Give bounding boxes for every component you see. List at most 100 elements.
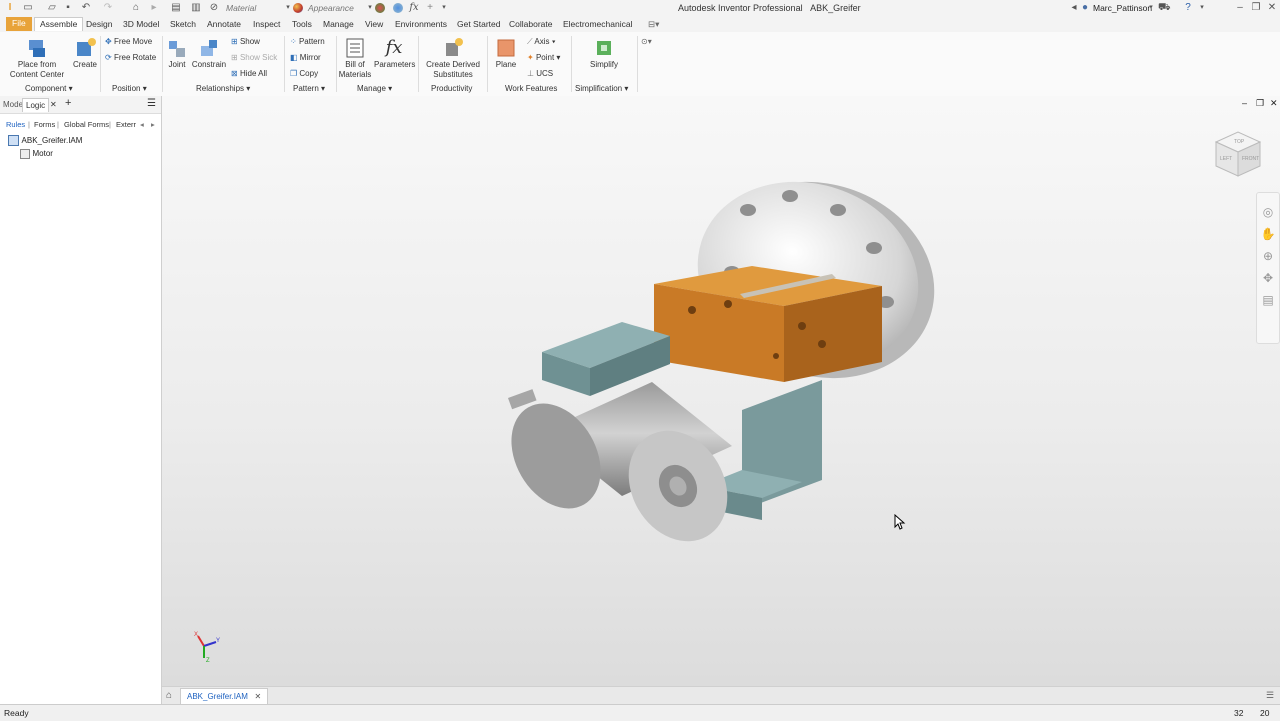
redo-icon[interactable]: ↷ <box>102 2 114 14</box>
open-file-icon[interactable]: ▱ <box>46 2 58 14</box>
ribbon-options-icon[interactable]: ⊙▾ <box>641 37 652 47</box>
panel-productivity-label[interactable]: Productivity <box>431 84 472 93</box>
subtab-forms[interactable]: Forms <box>34 120 55 129</box>
point-button[interactable]: ✦ Point ▾ <box>527 53 560 63</box>
place-from-content-center-button[interactable]: Place from Content Center <box>8 36 66 80</box>
select-icon[interactable]: ▸ <box>148 2 160 14</box>
ucs-button[interactable]: ⊥ UCS <box>527 69 553 79</box>
steering-wheel-icon[interactable]: ◎ <box>1257 205 1279 219</box>
create-derived-substitutes-button[interactable]: Create Derived Substitutes <box>424 36 482 80</box>
browser-menu-icon[interactable]: ☰ <box>147 98 156 109</box>
subtab-scroll-right-icon[interactable]: ▸ <box>151 120 155 129</box>
user-icon[interactable]: ● <box>1079 2 1091 14</box>
material-dropdown[interactable]: Material <box>226 3 256 13</box>
joint-button[interactable]: Joint <box>166 36 188 70</box>
tab-view[interactable]: View <box>365 18 383 31</box>
tab-3d-model[interactable]: 3D Model <box>123 18 159 31</box>
customize-qa-icon[interactable]: ▾ <box>438 2 450 14</box>
fx-icon[interactable]: fx <box>408 2 420 14</box>
hide-all-button[interactable]: ⊠ Hide All <box>231 69 267 79</box>
user-name[interactable]: Marc_Pattinson <box>1093 3 1152 13</box>
new-file-icon[interactable]: ▭ <box>22 2 34 14</box>
orbit-icon[interactable]: ✥ <box>1257 271 1279 285</box>
zoom-icon[interactable]: ⊕ <box>1257 249 1279 263</box>
document-tab[interactable]: ABK_Greifer.IAM ✕ <box>180 688 269 705</box>
bill-of-materials-button[interactable]: Bill of Materials <box>338 36 372 80</box>
look-at-icon[interactable]: ▤ <box>1257 293 1279 307</box>
close-icon[interactable]: ✕ <box>1266 2 1278 14</box>
tab-file[interactable]: File <box>6 17 32 31</box>
add-tab-icon[interactable]: + <box>65 97 71 109</box>
restore-icon[interactable]: ❐ <box>1250 2 1262 14</box>
inventor-logo-icon[interactable]: I <box>4 2 16 14</box>
clear-appearance-icon[interactable] <box>393 3 403 13</box>
motor[interactable] <box>502 382 747 556</box>
mirror-button[interactable]: ◧ Mirror <box>290 53 321 63</box>
cart-icon[interactable]: ⛟ <box>1158 2 1171 14</box>
viewport-close-icon[interactable]: ✕ <box>1270 98 1278 109</box>
pattern-button[interactable]: ⁘ Pattern <box>290 37 325 47</box>
show-button[interactable]: ⊞ Show <box>231 37 260 47</box>
axis-button[interactable]: ⟋ Axis ▾ <box>527 37 556 47</box>
panel-component-label[interactable]: Component ▾ <box>25 84 73 93</box>
measure-icon[interactable]: ▥ <box>190 2 202 14</box>
viewcube[interactable]: TOP LEFT FRONT <box>1210 126 1266 182</box>
subtab-rules[interactable]: Rules <box>6 120 25 129</box>
panel-pattern-label[interactable]: Pattern ▾ <box>293 84 325 93</box>
tab-overflow-icon[interactable]: ⊟▾ <box>648 18 659 31</box>
undo-icon[interactable]: ↶ <box>80 2 92 14</box>
help-icon[interactable]: ? <box>1182 2 1194 14</box>
free-rotate-button[interactable]: ⟳ Free Rotate <box>105 53 156 63</box>
close-document-icon[interactable]: ✕ <box>254 692 261 701</box>
update-icon[interactable]: ▤ <box>170 2 182 14</box>
copy-button[interactable]: ❐ Copy <box>290 69 318 79</box>
tab-inspect[interactable]: Inspect <box>253 18 280 31</box>
browser-tab-logic[interactable]: Logic <box>22 98 50 112</box>
panel-relationships-label[interactable]: Relationships ▾ <box>196 84 250 93</box>
tab-get-started[interactable]: Get Started <box>457 18 500 31</box>
tab-environments[interactable]: Environments <box>395 18 447 31</box>
minimize-icon[interactable]: – <box>1234 2 1246 14</box>
tab-manage[interactable]: Manage <box>323 18 354 31</box>
viewport-restore-icon[interactable]: ❐ <box>1256 98 1264 109</box>
tab-tools[interactable]: Tools <box>292 18 312 31</box>
tab-electromechanical[interactable]: Electromechanical <box>563 18 632 31</box>
save-icon[interactable]: ▪ <box>62 2 74 14</box>
material-icon[interactable]: ⊘ <box>208 2 220 14</box>
subtab-global-forms[interactable]: Global Forms <box>64 120 109 129</box>
free-move-button[interactable]: ✥ Free Move <box>105 37 152 47</box>
gripper-body[interactable] <box>654 266 882 382</box>
user-chevron-icon[interactable]: ▾ <box>1145 2 1157 14</box>
home-icon[interactable]: ⌂ <box>130 2 142 14</box>
panel-manage-label[interactable]: Manage ▾ <box>357 84 392 93</box>
plane-button[interactable]: Plane <box>492 36 520 70</box>
panel-simplification-label[interactable]: Simplification ▾ <box>575 84 628 93</box>
home-tab-icon[interactable]: ⌂ <box>166 690 172 701</box>
gripper-assembly-model[interactable] <box>502 176 982 556</box>
tree-item-assembly[interactable]: ABK_Greifer.IAM <box>8 135 82 147</box>
create-button[interactable]: Create <box>72 36 98 70</box>
parameters-button[interactable]: fx Parameters <box>374 36 415 70</box>
tab-assemble[interactable]: Assemble <box>34 17 84 31</box>
pan-icon[interactable]: ✋ <box>1257 227 1279 241</box>
tab-design[interactable]: Design <box>86 18 112 31</box>
document-tab-menu-icon[interactable]: ☰ <box>1266 690 1274 701</box>
panel-position-label[interactable]: Position ▾ <box>112 84 147 93</box>
show-sick-button[interactable]: ⊞ Show Sick <box>231 53 277 63</box>
graphics-viewport[interactable]: – ❐ ✕ TOP LEFT FRONT ◎ ✋ ⊕ ✥ ▤ X Y Z <box>162 96 1280 686</box>
tab-sketch[interactable]: Sketch <box>170 18 196 31</box>
subtab-scroll-left-icon[interactable]: ◂ <box>140 120 144 129</box>
subtab-external[interactable]: Exterr <box>116 120 136 129</box>
constrain-button[interactable]: Constrain <box>191 36 227 70</box>
panel-work-features-label[interactable]: Work Features <box>505 84 557 93</box>
adjust-appearance-icon[interactable] <box>375 3 385 13</box>
simplify-button[interactable]: Simplify <box>586 36 622 70</box>
tree-item-motor[interactable]: Motor <box>20 148 53 159</box>
viewport-minimize-icon[interactable]: – <box>1242 98 1247 108</box>
tab-collaborate[interactable]: Collaborate <box>509 18 552 31</box>
help-chevron-icon[interactable]: ▾ <box>1196 2 1208 14</box>
add-icon[interactable]: + <box>424 2 436 14</box>
tab-annotate[interactable]: Annotate <box>207 18 241 31</box>
appearance-icon[interactable] <box>293 3 303 13</box>
appearance-dropdown[interactable]: Appearance <box>308 3 354 13</box>
